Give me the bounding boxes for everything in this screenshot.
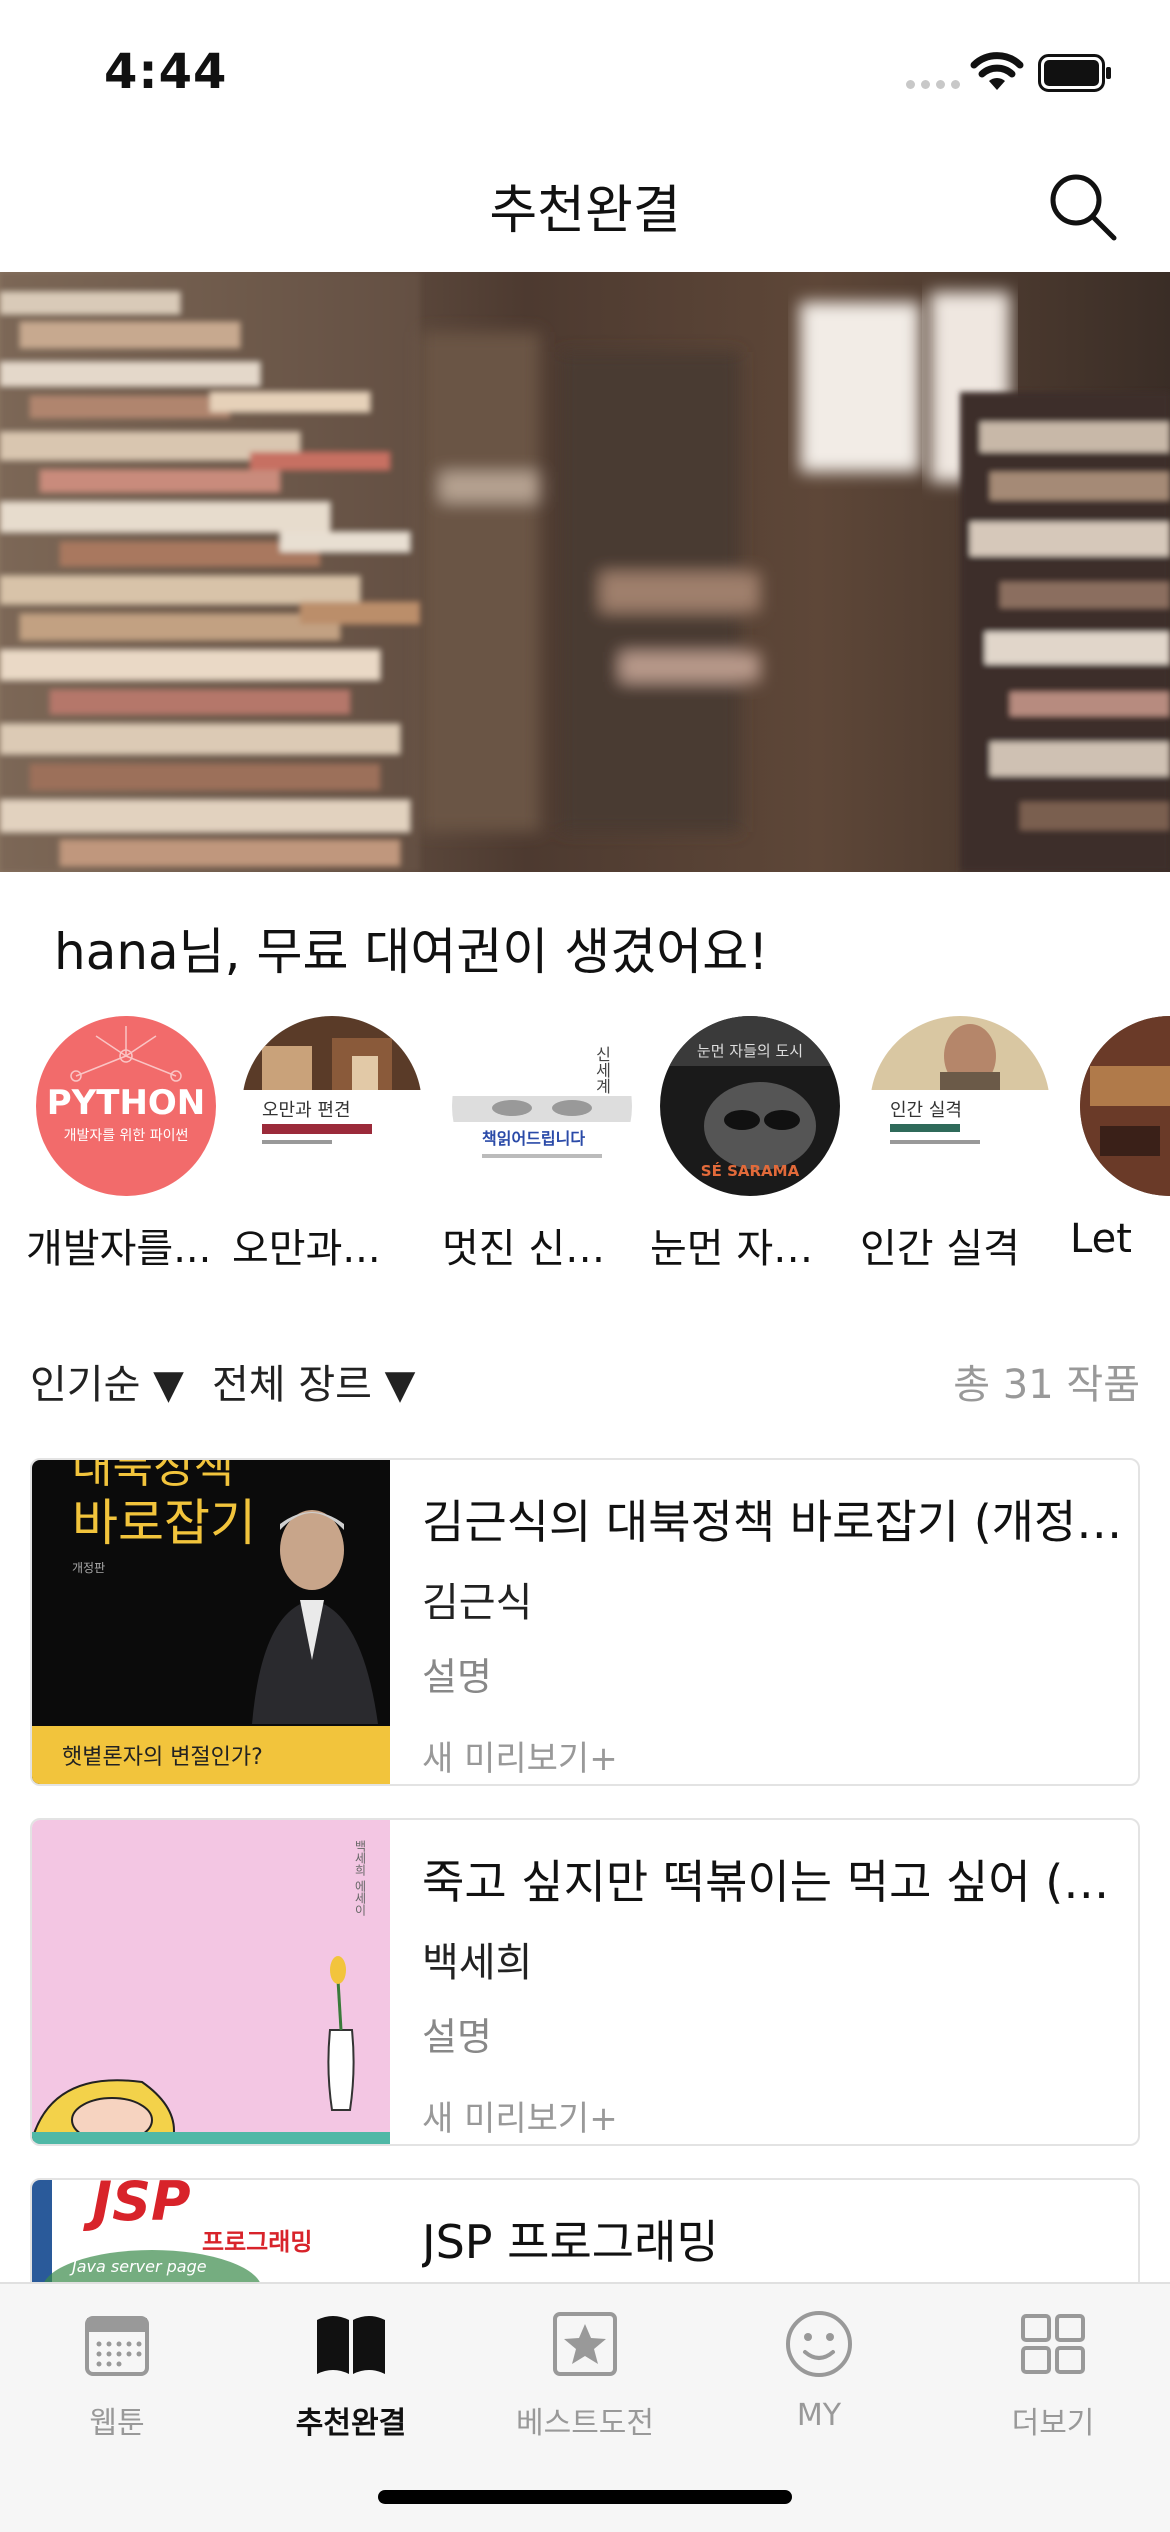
hero-banner[interactable] bbox=[0, 272, 1170, 872]
tab-more[interactable]: 더보기 bbox=[936, 2304, 1170, 2454]
battery-icon bbox=[1038, 54, 1111, 92]
page-title: 추천완결 bbox=[489, 181, 681, 241]
cover-title: PYTHON bbox=[47, 1083, 206, 1123]
book-title: JSP 프로그래밍 bbox=[422, 2215, 719, 2269]
total-count: 총 31 작품 bbox=[953, 1362, 1140, 1408]
book-cover: 대북정책 바로잡기 개정판 햇볕론자의 변절인가? bbox=[32, 1460, 390, 1784]
tab-label: 웹툰 bbox=[89, 2406, 145, 2441]
cover-tag: 개정판 bbox=[72, 1561, 105, 1575]
cover-title: 인간 실격 bbox=[890, 1100, 962, 1121]
tab-my[interactable]: MY bbox=[702, 2304, 936, 2454]
cover-title: 오만과 편견 bbox=[262, 1100, 351, 1121]
bookshelf-photo bbox=[0, 272, 1170, 872]
carousel-item-label: 눈먼 자… bbox=[650, 1226, 814, 1272]
recommended-carousel: PYTHON 개발자를 위한 파이썬 개발자를... 오만과 편견 오만과... bbox=[0, 1016, 1170, 1286]
cover-subtitle: Java server page bbox=[69, 2257, 207, 2276]
cover-title: 눈먼 자들의 도시 bbox=[697, 1042, 803, 1060]
carousel-item[interactable]: 인간 실격 인간 실격 bbox=[860, 1016, 1060, 1272]
genre-dropdown[interactable]: 전체 장르 ▼ bbox=[212, 1352, 415, 1410]
tab-best-challenge[interactable]: 베스트도전 bbox=[468, 2304, 702, 2454]
carousel-item[interactable]: PYTHON 개발자를 위한 파이썬 개발자를... bbox=[26, 1016, 226, 1272]
sort-dropdown[interactable]: 인기순 ▼ bbox=[30, 1352, 184, 1410]
book-author: 김근식 bbox=[422, 1580, 533, 1626]
cover-side: 백세희 에세이 bbox=[353, 1840, 367, 1916]
calendar-icon bbox=[85, 2316, 149, 2376]
cover-side: 신세계 bbox=[593, 1046, 612, 1094]
book-description: 설명 bbox=[422, 2015, 492, 2059]
book-card[interactable]: 백세희 에세이 죽고 싶지만 떡볶이는 먹고 싶어 (백… 백세희 설명 새 미… bbox=[30, 1818, 1140, 2146]
tab-label: MY bbox=[796, 2398, 842, 2433]
wifi-icon bbox=[970, 52, 1024, 90]
cover-subtitle: SÉ SARAMA bbox=[701, 1161, 800, 1180]
book-card[interactable]: 대북정책 바로잡기 개정판 햇볕론자의 변절인가? 김근식의 대북정책 바로잡기… bbox=[30, 1458, 1140, 1786]
cover-line2: 바로잡기 bbox=[72, 1494, 256, 1552]
cover-line1: 대북정책 bbox=[72, 1460, 234, 1493]
book-cover: PYTHON 개발자를 위한 파이썬 bbox=[36, 1016, 216, 1196]
book-author: 백세희 bbox=[422, 1940, 533, 1986]
carousel-item[interactable]: 눈먼 자들의 도시 SÉ SARAMA 눈먼 자… bbox=[650, 1016, 850, 1272]
search-icon[interactable] bbox=[1046, 170, 1118, 242]
open-book-icon bbox=[317, 2316, 385, 2374]
book-cover: 오만과 편견 bbox=[242, 1016, 422, 1196]
carousel-item[interactable]: 신세계 책읽어드립니다 멋진 신… bbox=[442, 1016, 642, 1272]
status-time: 4:44 bbox=[104, 44, 228, 100]
carousel-item-label: 오만과... bbox=[232, 1226, 381, 1272]
book-title: 김근식의 대북정책 바로잡기 (개정판) bbox=[422, 1495, 1124, 1549]
cover-footer: 햇볕론자의 변절인가? bbox=[62, 1745, 263, 1770]
status-bar: 4:44 bbox=[0, 0, 1170, 140]
carousel-item-label: Let bbox=[1070, 1216, 1132, 1262]
book-cover: 눈먼 자들의 도시 SÉ SARAMA bbox=[660, 1016, 840, 1196]
book-title: 죽고 싶지만 떡볶이는 먹고 싶어 (백… bbox=[422, 1855, 1124, 1909]
smiley-icon bbox=[786, 2311, 852, 2377]
preview-link[interactable]: 새 미리보기+ bbox=[422, 1731, 1124, 1780]
tab-label: 베스트도전 bbox=[516, 2406, 654, 2441]
tab-recommended-complete[interactable]: 추천완결 bbox=[234, 2304, 468, 2454]
carousel-item[interactable]: Let bbox=[1070, 1016, 1170, 1262]
cover-title: 책읽어드립니다 bbox=[482, 1129, 585, 1148]
tab-label: 더보기 bbox=[1011, 2406, 1095, 2441]
cover-line2: 프로그래밍 bbox=[202, 2228, 312, 2256]
book-cover: 백세희 에세이 bbox=[32, 1820, 390, 2144]
cover-line1: JSP bbox=[83, 2180, 191, 2233]
carousel-item[interactable]: 오만과 편견 오만과... bbox=[232, 1016, 432, 1272]
book-cover: 인간 실격 bbox=[870, 1016, 1050, 1196]
cover-subtitle: 개발자를 위한 파이썬 bbox=[64, 1128, 189, 1144]
book-cover bbox=[1080, 1016, 1170, 1196]
grid-icon bbox=[1021, 2314, 1085, 2374]
filter-row: 인기순 ▼ 전체 장르 ▼ 총 31 작품 bbox=[30, 1352, 1140, 1412]
carousel-item-label: 멋진 신… bbox=[442, 1226, 606, 1272]
tab-webtoon[interactable]: 웹툰 bbox=[0, 2304, 234, 2454]
carousel-item-label: 인간 실격 bbox=[860, 1226, 1020, 1272]
book-cover: 신세계 책읽어드립니다 bbox=[452, 1016, 632, 1196]
cellular-signal-icon bbox=[906, 80, 960, 92]
greeting-text: hana님, 무료 대여권이 생겼어요! bbox=[54, 923, 769, 981]
book-description: 설명 bbox=[422, 1655, 492, 1699]
home-indicator bbox=[378, 2490, 792, 2504]
preview-link[interactable]: 새 미리보기+ bbox=[422, 2091, 1124, 2140]
nav-bar: 추천완결 bbox=[0, 140, 1170, 272]
tab-label: 추천완결 bbox=[295, 2406, 407, 2441]
star-box-icon bbox=[553, 2312, 617, 2376]
carousel-item-label: 개발자를... bbox=[26, 1226, 212, 1272]
